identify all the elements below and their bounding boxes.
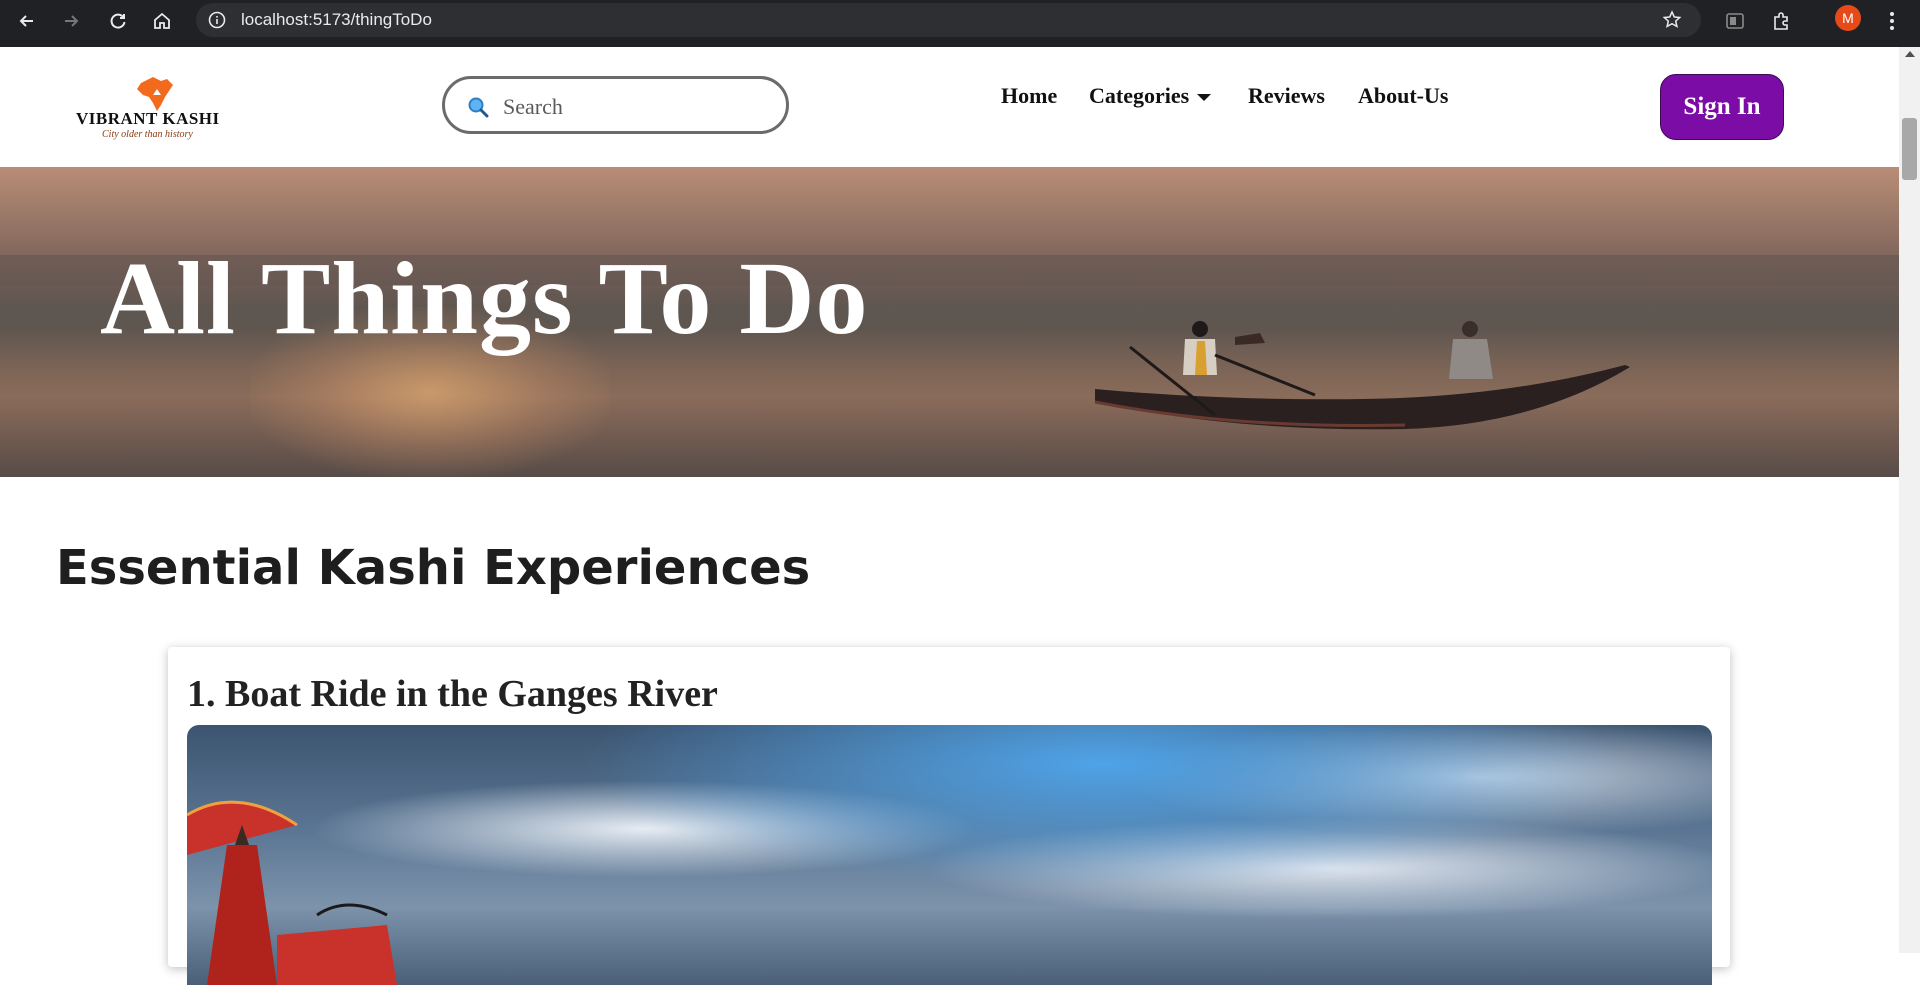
search-box[interactable] — [442, 76, 789, 134]
experience-title: 1. Boat Ride in the Ganges River — [187, 673, 718, 715]
logo-name: VIBRANT KASHI — [76, 109, 220, 128]
logo-tagline: City older than history — [102, 129, 193, 140]
nav-categories[interactable]: Categories — [1089, 83, 1212, 109]
reload-icon[interactable] — [103, 6, 133, 36]
nav-home[interactable]: Home — [1001, 83, 1057, 109]
address-bar[interactable]: localhost:5173/thingToDo — [196, 3, 1701, 37]
site-info-icon[interactable] — [208, 11, 226, 29]
hero-banner: All Things To Do — [0, 167, 1899, 477]
hero-boat-image — [1094, 321, 1630, 430]
site-logo[interactable]: VIBRANT KASHI City older than history — [76, 75, 236, 145]
profile-avatar[interactable]: M — [1835, 5, 1861, 31]
chevron-down-icon — [1197, 94, 1212, 102]
scroll-up-arrow-icon[interactable] — [1905, 51, 1915, 57]
search-input[interactable] — [501, 89, 775, 125]
nav-reviews[interactable]: Reviews — [1248, 83, 1325, 109]
menu-dots-icon[interactable] — [1877, 6, 1907, 36]
scroll-thumb[interactable] — [1902, 118, 1917, 180]
experience-image — [187, 725, 1712, 985]
logo-africa-icon — [137, 77, 173, 111]
bookmark-star-icon[interactable] — [1662, 10, 1682, 30]
search-icon — [468, 97, 489, 118]
page-scrollbar[interactable] — [1899, 47, 1920, 953]
site-header: VIBRANT KASHI City older than history Ho… — [0, 47, 1899, 167]
nav-about-us[interactable]: About-Us — [1358, 83, 1448, 109]
tab-search-icon[interactable] — [1720, 6, 1750, 36]
section-title: Essential Kashi Experiences — [56, 540, 811, 596]
url-text[interactable]: localhost:5173/thingToDo — [241, 3, 432, 37]
hero-title: All Things To Do — [100, 241, 869, 356]
temple-umbrella-image — [187, 800, 397, 985]
browser-toolbar: localhost:5173/thingToDo M — [0, 0, 1920, 47]
home-icon[interactable] — [147, 6, 177, 36]
sign-in-button[interactable]: Sign In — [1660, 74, 1784, 140]
forward-icon[interactable] — [56, 6, 86, 36]
back-icon[interactable] — [12, 6, 42, 36]
experience-card: 1. Boat Ride in the Ganges River — [168, 647, 1730, 985]
extensions-icon[interactable] — [1766, 6, 1796, 36]
nav-categories-label: Categories — [1089, 83, 1190, 108]
